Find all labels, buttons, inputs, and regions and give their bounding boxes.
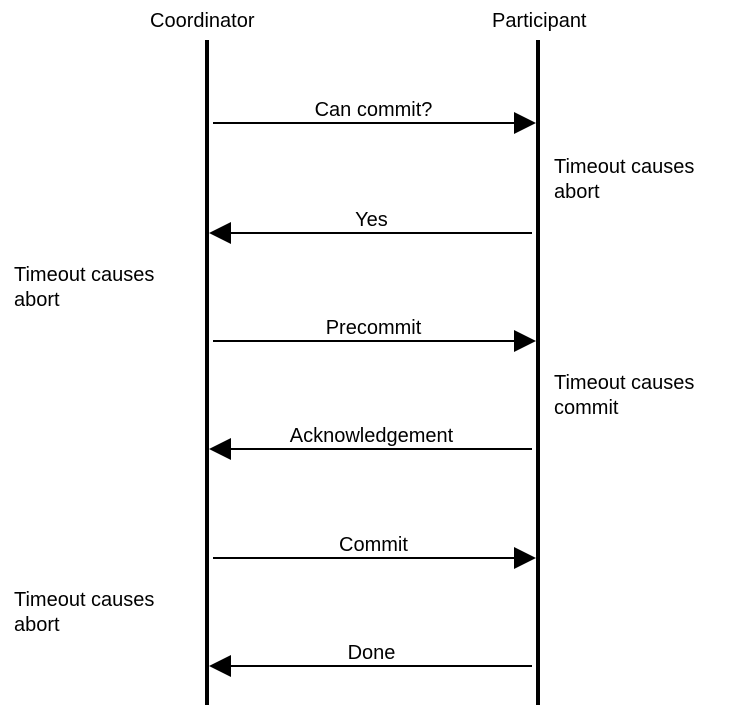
message-precommit: Precommit: [213, 316, 534, 342]
message-can-commit: Can commit?: [213, 98, 534, 124]
message-label: Can commit?: [213, 99, 534, 122]
note-participant-timeout-2: Timeout causes commit: [554, 371, 694, 421]
message-commit: Commit: [213, 533, 534, 559]
note-coordinator-timeout-1: Timeout causes abort: [14, 263, 154, 313]
message-label: Precommit: [213, 317, 534, 340]
message-acknowledgement: Acknowledgement: [211, 424, 532, 450]
arrowhead-right-icon: [514, 330, 536, 352]
arrowhead-left-icon: [209, 438, 231, 460]
participant-lifeline: [536, 40, 540, 705]
message-done: Done: [211, 641, 532, 667]
arrowhead-right-icon: [514, 112, 536, 134]
arrowhead-left-icon: [209, 655, 231, 677]
actor-coordinator-label: Coordinator: [150, 10, 255, 33]
note-coordinator-timeout-2: Timeout causes abort: [14, 588, 154, 638]
message-line: [213, 340, 534, 342]
message-line: [213, 122, 534, 124]
coordinator-lifeline: [205, 40, 209, 705]
message-label: Yes: [211, 209, 532, 232]
message-label: Commit: [213, 534, 534, 557]
message-label: Done: [211, 642, 532, 665]
message-label: Acknowledgement: [211, 425, 532, 448]
message-line: [211, 448, 532, 450]
sequence-diagram: Coordinator Participant Can commit? Time…: [0, 0, 740, 713]
note-participant-timeout-1: Timeout causes abort: [554, 155, 694, 205]
actor-participant-label: Participant: [492, 10, 587, 33]
message-yes: Yes: [211, 208, 532, 234]
arrowhead-left-icon: [209, 222, 231, 244]
message-line: [211, 232, 532, 234]
message-line: [213, 557, 534, 559]
message-line: [211, 665, 532, 667]
arrowhead-right-icon: [514, 547, 536, 569]
